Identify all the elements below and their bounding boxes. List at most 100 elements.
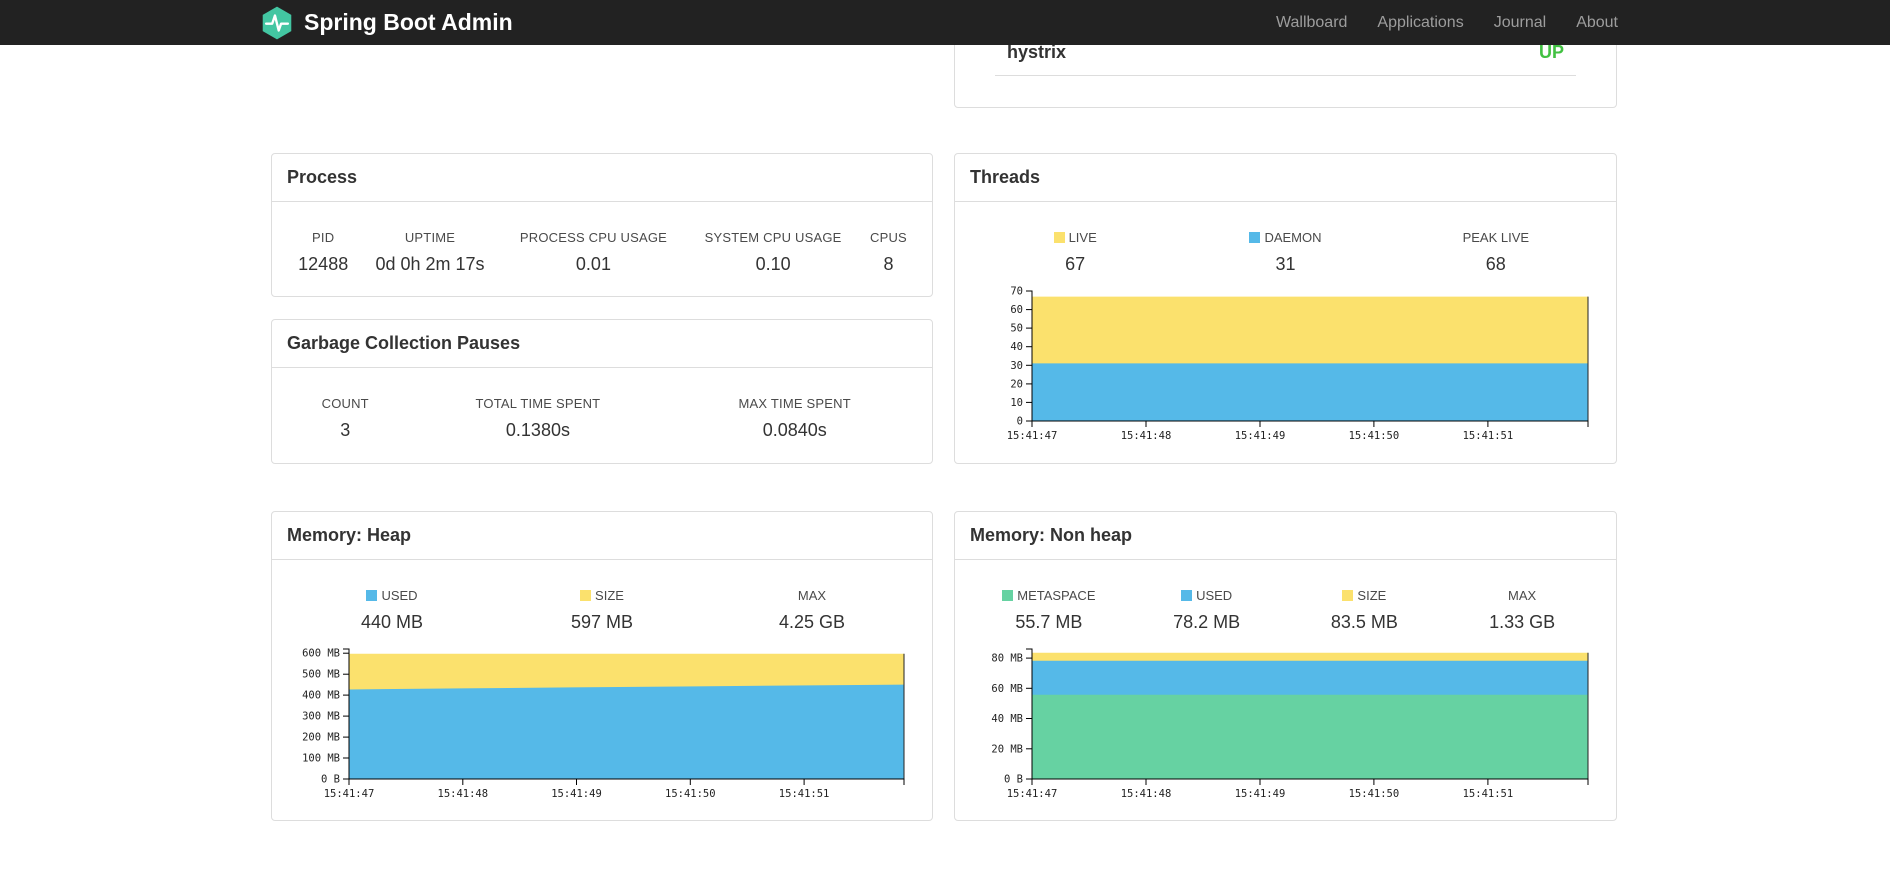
stat-value: 55.7 MB <box>1015 612 1083 632</box>
memory-heap-panel: Memory: Heap USED 440 MB SIZE 597 MB MAX… <box>271 511 933 821</box>
stat-label: TOTAL TIME SPENT <box>475 396 601 411</box>
gc-stats: COUNT 3 TOTAL TIME SPENT 0.1380s MAX TIM… <box>287 396 917 441</box>
stat-value: 440 MB <box>360 612 424 632</box>
svg-text:60: 60 <box>1010 304 1023 316</box>
heap-memory-chart: 0 B 100 MB 200 MB 300 MB 400 MB 500 MB 600 MB 1… <box>287 641 917 809</box>
stat-label: PID <box>312 230 335 245</box>
svg-text:50: 50 <box>1010 323 1023 335</box>
garbage-collection-panel: Garbage Collection Pauses COUNT 3 TOTAL … <box>271 319 933 464</box>
stat-label: CPUS <box>869 230 907 245</box>
svg-text:20: 20 <box>1010 378 1023 390</box>
svg-text:15:41:49: 15:41:49 <box>1235 788 1286 800</box>
stat-system-cpu-usage: SYSTEM CPU USAGE 0.10 <box>686 230 860 275</box>
brand-link[interactable]: Spring Boot Admin <box>260 6 513 40</box>
heap-panel-body: USED 440 MB SIZE 597 MB MAX 4.25 GB 0 B 1… <box>272 560 932 809</box>
top-navbar: Spring Boot Admin Wallboard Applications… <box>0 0 1890 45</box>
application-name: hystrix <box>1007 42 1067 62</box>
nav-item-wallboard[interactable]: Wallboard <box>1276 14 1347 32</box>
threads-legend: LIVE 67 DAEMON 31 PEAK LIVE 68 <box>970 230 1601 275</box>
svg-text:15:41:50: 15:41:50 <box>1349 788 1400 800</box>
nav-item-journal[interactable]: Journal <box>1494 14 1546 32</box>
navbar-container: Spring Boot Admin Wallboard Applications… <box>262 0 1618 45</box>
process-panel-body: PID 12488 UPTIME 0d 0h 2m 17s PROCESS CP… <box>272 202 932 275</box>
svg-text:600 MB: 600 MB <box>302 648 340 660</box>
svg-text:15:41:47: 15:41:47 <box>1007 788 1058 800</box>
stat-value: 67 <box>1065 254 1086 274</box>
svg-text:30: 30 <box>1010 360 1023 372</box>
nonheap-memory-chart: 0 B 20 MB 40 MB 60 MB 80 MB 15:41:47 15:41:48 1… <box>970 641 1601 809</box>
stat-nonheap-used: USED 78.2 MB <box>1128 588 1286 633</box>
stat-label: PROCESS CPU USAGE <box>519 230 668 245</box>
stat-heap-used: USED 440 MB <box>287 588 497 633</box>
stat-value: 8 <box>883 254 894 274</box>
nav-item-applications[interactable]: Applications <box>1377 14 1463 32</box>
stat-value: 83.5 MB <box>1330 612 1398 632</box>
svg-text:15:41:47: 15:41:47 <box>1007 430 1058 442</box>
stat-value: 78.2 MB <box>1173 612 1241 632</box>
stat-label: METASPACE <box>1017 588 1096 603</box>
stat-label: USED <box>1196 588 1233 603</box>
stat-label: SIZE <box>1357 588 1387 603</box>
svg-text:500 MB: 500 MB <box>302 669 340 681</box>
stat-gc-total-time: TOTAL TIME SPENT 0.1380s <box>403 396 672 441</box>
svg-text:0 B: 0 B <box>321 774 340 786</box>
live-series-swatch <box>1053 232 1065 243</box>
svg-text:60 MB: 60 MB <box>991 683 1023 695</box>
stat-nonheap-metaspace: METASPACE 55.7 MB <box>970 588 1128 633</box>
stat-label: USED <box>381 588 418 603</box>
svg-text:15:41:50: 15:41:50 <box>1349 430 1400 442</box>
process-stats: PID 12488 UPTIME 0d 0h 2m 17s PROCESS CP… <box>287 230 917 275</box>
stat-threads-peak-live: PEAK LIVE 68 <box>1391 230 1601 275</box>
heap-panel-title: Memory: Heap <box>272 512 932 560</box>
stat-value: 0.10 <box>755 254 791 274</box>
stat-label: MAX <box>797 588 827 603</box>
svg-text:400 MB: 400 MB <box>302 690 340 702</box>
stat-label: SIZE <box>595 588 624 603</box>
heap-legend: USED 440 MB SIZE 597 MB MAX 4.25 GB <box>287 588 917 633</box>
stat-label: MAX TIME SPENT <box>738 396 851 411</box>
svg-text:15:41:48: 15:41:48 <box>438 788 489 800</box>
metaspace-series-swatch <box>1002 590 1014 601</box>
svg-text:15:41:48: 15:41:48 <box>1121 430 1172 442</box>
stat-value: 12488 <box>298 254 349 274</box>
stat-label: COUNT <box>321 396 369 411</box>
svg-text:15:41:48: 15:41:48 <box>1121 788 1172 800</box>
stat-value: 0.1380s <box>505 420 570 440</box>
used-series-swatch <box>366 590 378 601</box>
stat-value: 3 <box>340 420 351 440</box>
stat-value: 31 <box>1275 254 1296 274</box>
nonheap-panel-title: Memory: Non heap <box>955 512 1616 560</box>
stat-uptime: UPTIME 0d 0h 2m 17s <box>359 230 500 275</box>
stat-value: 0d 0h 2m 17s <box>375 254 485 274</box>
nonheap-panel-body: METASPACE 55.7 MB USED 78.2 MB SIZE 83.5… <box>955 560 1616 809</box>
threads-panel: Threads LIVE 67 DAEMON 31 PEAK LIVE 68 0… <box>954 153 1617 464</box>
svg-text:15:41:49: 15:41:49 <box>1235 430 1286 442</box>
svg-text:200 MB: 200 MB <box>302 732 340 744</box>
stat-process-cpu-usage: PROCESS CPU USAGE 0.01 <box>501 230 687 275</box>
stat-label: MAX <box>1508 588 1537 603</box>
stat-value: 0.01 <box>575 254 611 274</box>
svg-text:15:41:51: 15:41:51 <box>1463 788 1514 800</box>
nav-item-about[interactable]: About <box>1576 14 1618 32</box>
stat-heap-size: SIZE 597 MB <box>497 588 707 633</box>
stat-label: LIVE <box>1068 230 1097 245</box>
svg-text:20 MB: 20 MB <box>991 743 1023 755</box>
stat-nonheap-size: SIZE 83.5 MB <box>1286 588 1444 633</box>
svg-text:15:41:50: 15:41:50 <box>665 788 716 800</box>
stat-cpus: CPUS 8 <box>860 230 917 275</box>
svg-text:40: 40 <box>1010 341 1023 353</box>
svg-text:0 B: 0 B <box>1004 774 1023 786</box>
svg-text:70: 70 <box>1010 286 1023 298</box>
application-status-badge: UP <box>1538 42 1564 62</box>
stat-gc-max-time: MAX TIME SPENT 0.0840s <box>672 396 917 441</box>
svg-text:100 MB: 100 MB <box>302 753 340 765</box>
stat-label: UPTIME <box>404 230 456 245</box>
brand-title: Spring Boot Admin <box>304 9 513 35</box>
svg-text:15:41:49: 15:41:49 <box>551 788 602 800</box>
stat-value: 1.33 GB <box>1489 612 1556 632</box>
svg-text:15:41:51: 15:41:51 <box>779 788 830 800</box>
stat-threads-live: LIVE 67 <box>970 230 1180 275</box>
svg-text:10: 10 <box>1010 397 1023 409</box>
svg-text:300 MB: 300 MB <box>302 711 340 723</box>
daemon-series-swatch <box>1249 232 1261 243</box>
